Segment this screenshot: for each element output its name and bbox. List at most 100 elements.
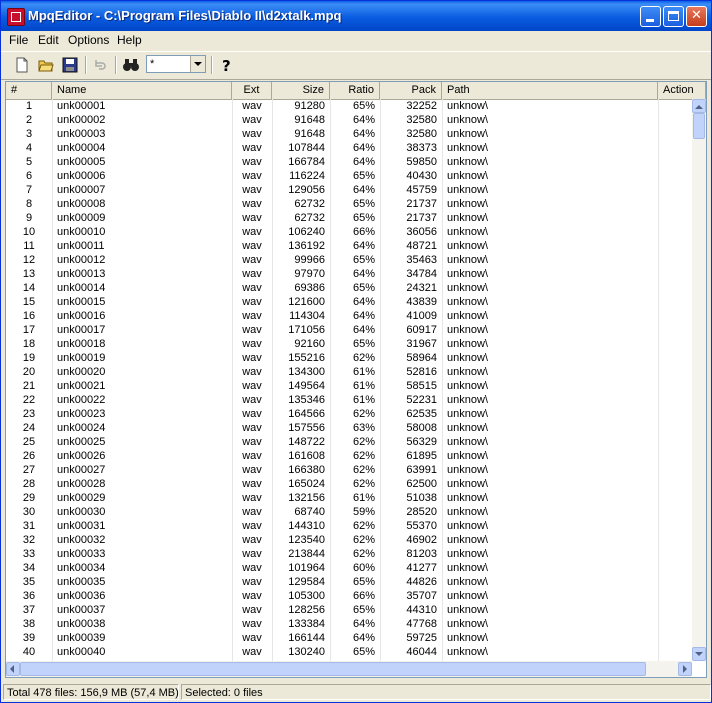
table-row[interactable]: 12 unk00012 wav 99966 65% 35463 unknow\ — [6, 253, 692, 267]
cell-pack: 48721 — [406, 240, 437, 252]
column-header-size[interactable]: Size — [272, 82, 330, 99]
cell-path: unknow\ — [447, 310, 488, 322]
menu-file[interactable]: File — [9, 33, 28, 47]
table-row[interactable]: 11 unk00011 wav 136192 64% 48721 unknow\ — [6, 239, 692, 253]
table-row[interactable]: 15 unk00015 wav 121600 64% 43839 unknow\ — [6, 295, 692, 309]
filter-combobox[interactable]: * — [146, 55, 206, 73]
table-row[interactable]: 1 unk00001 wav 91280 65% 32252 unknow\ — [6, 99, 692, 113]
table-row[interactable]: 31 unk00031 wav 144310 62% 55370 unknow\ — [6, 519, 692, 533]
save-button[interactable] — [60, 55, 80, 75]
cell-name: unk00034 — [57, 562, 106, 574]
table-row[interactable]: 40 unk00040 wav 130240 65% 46044 unknow\ — [6, 645, 692, 659]
scroll-down-icon[interactable] — [692, 647, 706, 661]
cell-num: 33 — [22, 548, 36, 560]
table-row[interactable]: 4 unk00004 wav 107844 64% 38373 unknow\ — [6, 141, 692, 155]
cell-size: 97970 — [294, 268, 325, 280]
status-bar: Total 478 files: 156,9 MB (57,4 MB) Sele… — [1, 682, 711, 702]
table-row[interactable]: 20 unk00020 wav 134300 61% 52816 unknow\ — [6, 365, 692, 379]
cell-path: unknow\ — [447, 632, 488, 644]
table-row[interactable]: 16 unk00016 wav 114304 64% 41009 unknow\ — [6, 309, 692, 323]
table-row[interactable]: 25 unk00025 wav 148722 62% 56329 unknow\ — [6, 435, 692, 449]
cell-size: 99966 — [294, 254, 325, 266]
cell-pack: 47768 — [406, 618, 437, 630]
file-list[interactable]: # Name Ext Size Ratio Pack Path Action 1… — [5, 81, 707, 678]
cell-path: unknow\ — [447, 366, 488, 378]
table-row[interactable]: 22 unk00022 wav 135346 61% 52231 unknow\ — [6, 393, 692, 407]
cell-path: unknow\ — [447, 254, 488, 266]
table-row[interactable]: 34 unk00034 wav 101964 60% 41277 unknow\ — [6, 561, 692, 575]
undo-button[interactable] — [90, 55, 110, 75]
cell-size: 62732 — [294, 212, 325, 224]
table-row[interactable]: 37 unk00037 wav 128256 65% 44310 unknow\ — [6, 603, 692, 617]
table-row[interactable]: 24 unk00024 wav 157556 63% 58008 unknow\ — [6, 421, 692, 435]
title-bar[interactable]: MpqEditor - C:\Program Files\Diablo II\d… — [1, 1, 711, 31]
table-row[interactable]: 32 unk00032 wav 123540 62% 46902 unknow\ — [6, 533, 692, 547]
table-row[interactable]: 8 unk00008 wav 62732 65% 21737 unknow\ — [6, 197, 692, 211]
cell-size: 107844 — [288, 142, 325, 154]
column-header-action[interactable]: Action — [658, 82, 706, 99]
table-row[interactable]: 33 unk00033 wav 213844 62% 81203 unknow\ — [6, 547, 692, 561]
table-row[interactable]: 9 unk00009 wav 62732 65% 21737 unknow\ — [6, 211, 692, 225]
table-row[interactable]: 7 unk00007 wav 129056 64% 45759 unknow\ — [6, 183, 692, 197]
column-header-path[interactable]: Path — [442, 82, 658, 99]
help-button[interactable]: ? — [216, 55, 236, 75]
close-button[interactable]: ✕ — [686, 6, 707, 27]
table-row[interactable]: 38 unk00038 wav 133384 64% 47768 unknow\ — [6, 617, 692, 631]
table-row[interactable]: 10 unk00010 wav 106240 66% 36056 unknow\ — [6, 225, 692, 239]
cell-num: 1 — [25, 100, 33, 112]
column-header-num[interactable]: # — [6, 82, 52, 99]
table-row[interactable]: 36 unk00036 wav 105300 66% 35707 unknow\ — [6, 589, 692, 603]
cell-num: 38 — [22, 618, 36, 630]
table-row[interactable]: 21 unk00021 wav 149564 61% 58515 unknow\ — [6, 379, 692, 393]
table-row[interactable]: 2 unk00002 wav 91648 64% 32580 unknow\ — [6, 113, 692, 127]
table-row[interactable]: 28 unk00028 wav 165024 62% 62500 unknow\ — [6, 477, 692, 491]
table-row[interactable]: 5 unk00005 wav 166784 64% 59850 unknow\ — [6, 155, 692, 169]
vertical-scroll-thumb[interactable] — [693, 113, 705, 139]
column-header-ext[interactable]: Ext — [232, 82, 272, 99]
cell-size: 148722 — [288, 436, 325, 448]
table-row[interactable]: 13 unk00013 wav 97970 64% 34784 unknow\ — [6, 267, 692, 281]
menu-help[interactable]: Help — [117, 33, 142, 47]
cell-ext: wav — [242, 590, 262, 602]
cell-size: 157556 — [288, 422, 325, 434]
table-row[interactable]: 23 unk00023 wav 164566 62% 62535 unknow\ — [6, 407, 692, 421]
cell-name: unk00004 — [57, 142, 106, 154]
find-button[interactable] — [121, 55, 141, 75]
column-header-ratio[interactable]: Ratio — [330, 82, 380, 99]
menu-options[interactable]: Options — [68, 33, 109, 47]
scroll-up-icon[interactable] — [692, 99, 706, 113]
vertical-scrollbar[interactable] — [692, 99, 706, 661]
app-icon — [7, 8, 25, 26]
table-row[interactable]: 39 unk00039 wav 166144 64% 59725 unknow\ — [6, 631, 692, 645]
table-row[interactable]: 35 unk00035 wav 129584 65% 44826 unknow\ — [6, 575, 692, 589]
table-row[interactable]: 17 unk00017 wav 171056 64% 60917 unknow\ — [6, 323, 692, 337]
open-button[interactable] — [36, 55, 56, 75]
new-button[interactable] — [12, 55, 32, 75]
horizontal-scroll-thumb[interactable] — [20, 662, 646, 676]
chevron-down-icon[interactable] — [190, 56, 205, 72]
table-row[interactable]: 19 unk00019 wav 155216 62% 58964 unknow\ — [6, 351, 692, 365]
maximize-button[interactable] — [663, 6, 684, 27]
table-row[interactable]: 30 unk00030 wav 68740 59% 28520 unknow\ — [6, 505, 692, 519]
table-row[interactable]: 29 unk00029 wav 132156 61% 51038 unknow\ — [6, 491, 692, 505]
cell-ext: wav — [242, 226, 262, 238]
cell-pack: 38373 — [406, 142, 437, 154]
menu-edit[interactable]: Edit — [38, 33, 59, 47]
cell-ext: wav — [242, 114, 262, 126]
cell-ext: wav — [242, 268, 262, 280]
column-header-name[interactable]: Name — [52, 82, 232, 99]
table-row[interactable]: 3 unk00003 wav 91648 64% 32580 unknow\ — [6, 127, 692, 141]
scroll-right-icon[interactable] — [678, 662, 692, 676]
table-row[interactable]: 27 unk00027 wav 166380 62% 63991 unknow\ — [6, 463, 692, 477]
column-header-pack[interactable]: Pack — [380, 82, 442, 99]
cell-ratio: 62% — [352, 450, 375, 462]
cell-ratio: 62% — [352, 548, 375, 560]
cell-num: 23 — [22, 408, 36, 420]
table-row[interactable]: 14 unk00014 wav 69386 65% 24321 unknow\ — [6, 281, 692, 295]
table-row[interactable]: 6 unk00006 wav 116224 65% 40430 unknow\ — [6, 169, 692, 183]
minimize-button[interactable] — [640, 6, 661, 27]
horizontal-scrollbar[interactable] — [6, 661, 692, 677]
table-row[interactable]: 26 unk00026 wav 161608 62% 61895 unknow\ — [6, 449, 692, 463]
table-row[interactable]: 18 unk00018 wav 92160 65% 31967 unknow\ — [6, 337, 692, 351]
scroll-left-icon[interactable] — [6, 662, 20, 676]
